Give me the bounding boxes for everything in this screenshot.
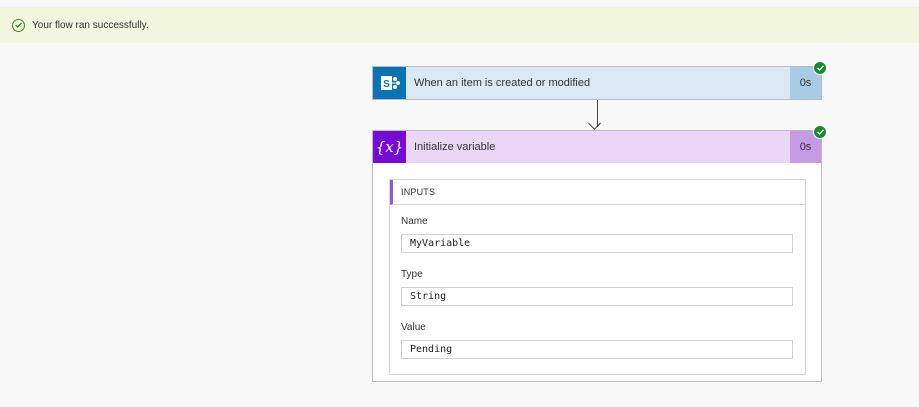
- check-circle-icon: [12, 18, 25, 32]
- trigger-card[interactable]: S When an item is created or modified 0s: [372, 61, 827, 100]
- value-value[interactable]: Pending: [401, 340, 793, 359]
- name-value[interactable]: MyVariable: [401, 234, 793, 253]
- inputs-header: INPUTS: [390, 180, 805, 205]
- type-value[interactable]: String: [401, 287, 793, 306]
- variable-icon: {x}: [373, 131, 406, 163]
- type-label: Type: [401, 269, 423, 280]
- success-banner: Your flow ran successfully.: [0, 7, 919, 43]
- trigger-title: When an item is created or modified: [414, 77, 591, 89]
- success-check-icon: [813, 61, 827, 75]
- variable-icon-text: {x}: [375, 138, 404, 156]
- success-check-icon: [813, 125, 827, 139]
- sharepoint-icon: S: [373, 67, 406, 99]
- initialize-variable-card[interactable]: {x} Initialize variable 0s INPUTS Name M…: [372, 125, 827, 382]
- arrow-down-icon: [588, 117, 601, 130]
- sharepoint-letter: S: [383, 79, 390, 90]
- name-label: Name: [401, 216, 428, 227]
- inputs-panel: INPUTS Name MyVariable Type String Value…: [389, 179, 806, 375]
- initialize-variable-title: Initialize variable: [414, 141, 496, 153]
- trigger-card-header[interactable]: S When an item is created or modified 0s: [373, 61, 827, 99]
- banner-message: Your flow ran successfully.: [32, 19, 149, 31]
- initialize-variable-header[interactable]: {x} Initialize variable 0s: [373, 125, 827, 163]
- value-label: Value: [401, 322, 426, 333]
